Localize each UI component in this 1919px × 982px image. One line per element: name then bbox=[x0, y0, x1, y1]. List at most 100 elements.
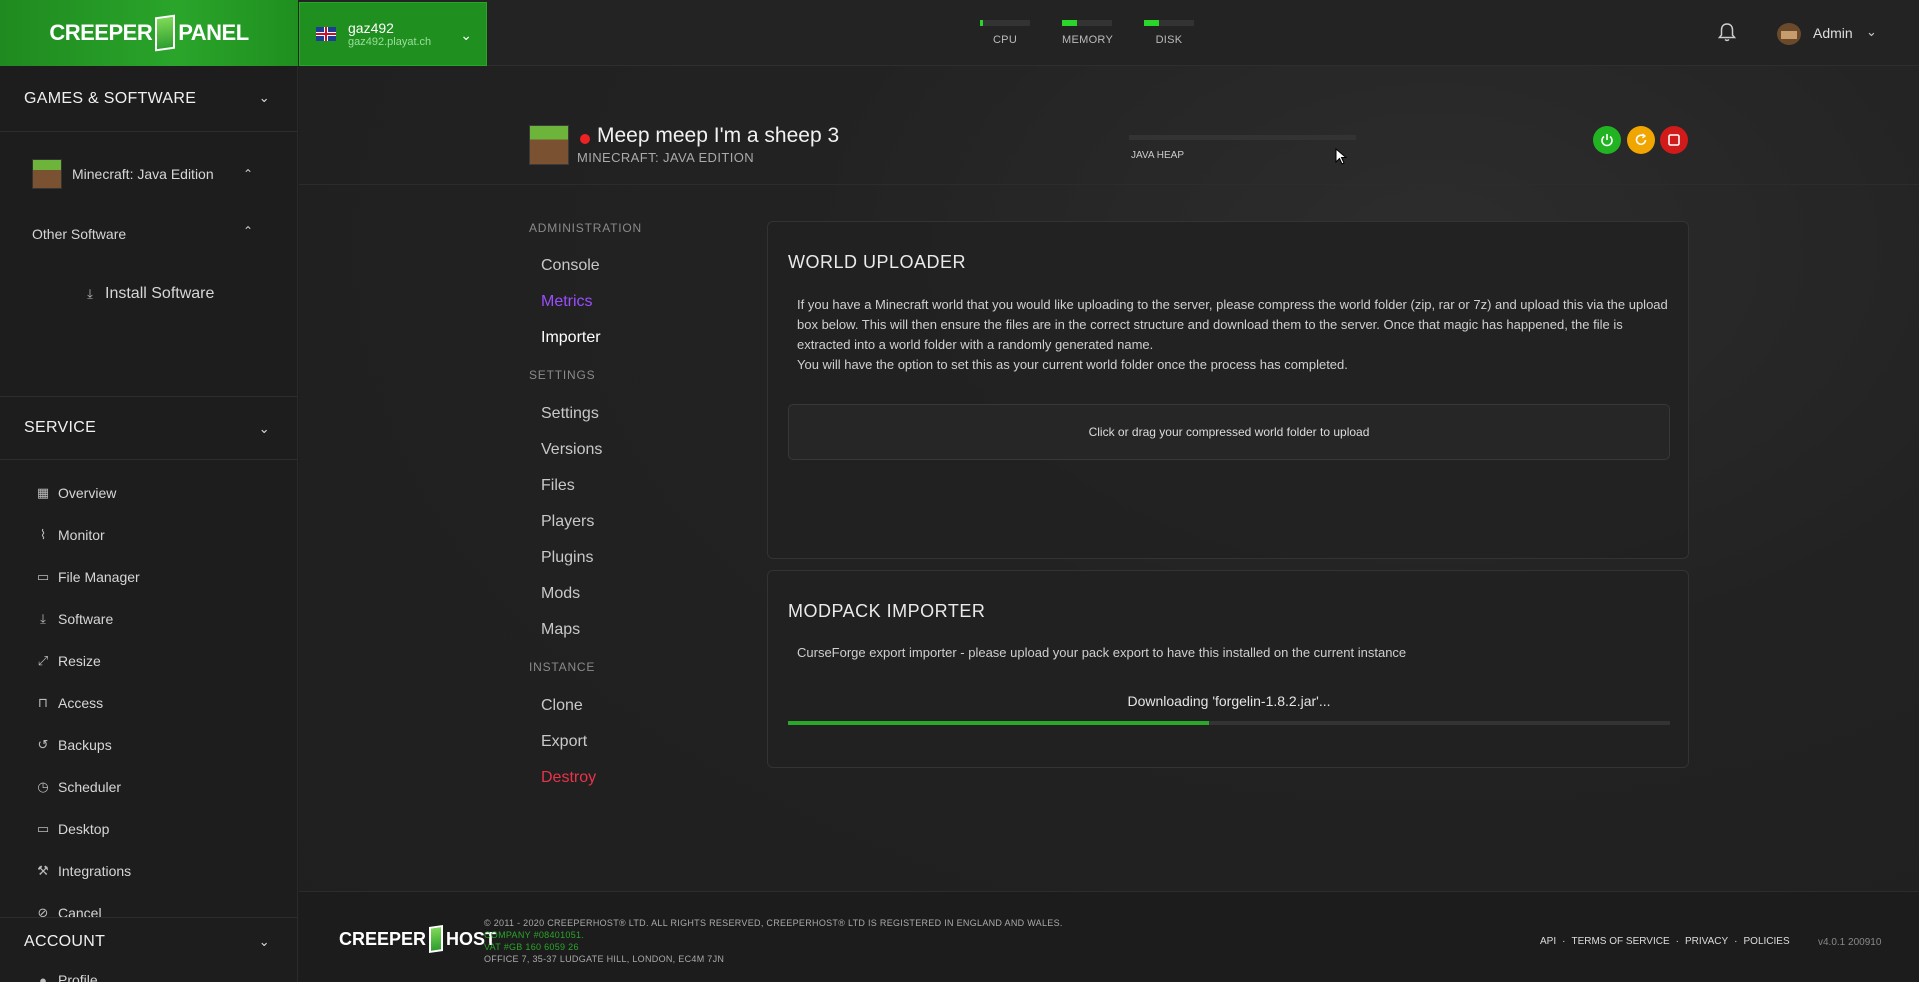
footer-sep: · bbox=[1675, 936, 1679, 947]
sidebar-item-software[interactable]: ⤓ Software bbox=[32, 611, 113, 627]
server-host: gaz492.playat.ch bbox=[348, 35, 432, 48]
sidebar-item-access[interactable]: ⊓ Access bbox=[32, 695, 103, 711]
sidebar-item-file-manager[interactable]: ▭ File Manager bbox=[32, 569, 140, 585]
footer-link-policies[interactable]: POLICIES bbox=[1744, 936, 1790, 947]
world-upload-dropzone[interactable]: Click or drag your compressed world fold… bbox=[788, 404, 1670, 460]
stop-icon bbox=[1668, 134, 1680, 146]
bell-icon[interactable] bbox=[1717, 22, 1738, 44]
logo-text: CREEPER PANEL bbox=[49, 14, 249, 52]
subnav-files[interactable]: Files bbox=[541, 477, 575, 495]
sidebar-item-label: File Manager bbox=[58, 569, 140, 585]
install-software-button[interactable]: ⤓ Install Software bbox=[79, 285, 214, 303]
main-content: Meep meep I'm a sheep 3 MINECRAFT: JAVA … bbox=[299, 66, 1919, 982]
memory-meter: MEMORY bbox=[1062, 20, 1114, 46]
sidebar-item-desktop[interactable]: ▭ Desktop bbox=[32, 821, 110, 837]
user-avatar[interactable] bbox=[1777, 23, 1801, 45]
sidebar-item-label: Overview bbox=[58, 485, 117, 501]
top-bar: CREEPER PANEL gaz492 gaz492.playat.ch ⌄ … bbox=[0, 0, 1919, 66]
stop-button[interactable] bbox=[1660, 126, 1688, 154]
subnav-console[interactable]: Console bbox=[541, 257, 600, 275]
pulse-icon: ⌇ bbox=[39, 527, 47, 542]
sidebar-item-profile[interactable]: ● Profile bbox=[32, 972, 98, 982]
games-software-header[interactable]: GAMES & SOFTWARE ⌄ bbox=[0, 66, 298, 132]
monitor-icon: ▭ bbox=[36, 821, 50, 836]
minecraft-label: Minecraft: Java Edition bbox=[72, 166, 214, 182]
profile-label: Profile bbox=[58, 972, 98, 982]
wrench-icon: ⚒ bbox=[37, 863, 49, 878]
footer-company: COMPANY #08401051. bbox=[484, 930, 585, 940]
subnav-importer[interactable]: Importer bbox=[541, 329, 601, 347]
server-info: gaz492 gaz492.playat.ch bbox=[348, 20, 432, 48]
restart-button[interactable] bbox=[1627, 126, 1655, 154]
sidebar-item-label: Monitor bbox=[58, 527, 105, 543]
world-uploader-note: You will have the option to set this as … bbox=[797, 357, 1348, 372]
subnav-clone[interactable]: Clone bbox=[541, 697, 583, 715]
service-header[interactable]: SERVICE ⌄ bbox=[0, 396, 298, 460]
clock-icon: ◷ bbox=[37, 779, 49, 794]
disk-label: DISK bbox=[1155, 34, 1183, 46]
sidebar-item-monitor[interactable]: ⌇ Monitor bbox=[32, 527, 105, 543]
minecraft-grass-icon bbox=[529, 125, 569, 165]
cpu-meter-fill bbox=[980, 20, 983, 26]
modpack-importer-title: MODPACK IMPORTER bbox=[788, 601, 986, 621]
subnav-mods[interactable]: Mods bbox=[541, 585, 580, 603]
world-uploader-title: WORLD UPLOADER bbox=[788, 252, 967, 272]
restart-icon bbox=[1635, 133, 1647, 146]
server-header: Meep meep I'm a sheep 3 MINECRAFT: JAVA … bbox=[299, 66, 1919, 185]
sidebar-item-other-software[interactable]: Other Software bbox=[32, 226, 126, 242]
subnav-export[interactable]: Export bbox=[541, 733, 587, 751]
sidebar-item-scheduler[interactable]: ◷ Scheduler bbox=[32, 779, 121, 795]
footer-link-privacy[interactable]: PRIVACY bbox=[1685, 936, 1728, 947]
download-icon: ⤓ bbox=[87, 286, 93, 301]
modpack-importer-card: MODPACK IMPORTER CurseForge export impor… bbox=[767, 570, 1689, 768]
games-software-label: GAMES & SOFTWARE bbox=[24, 89, 197, 107]
lock-icon: ⊓ bbox=[37, 695, 49, 710]
world-uploader-card: WORLD UPLOADER If you have a Minecraft w… bbox=[767, 221, 1689, 559]
sidebar-item-backups[interactable]: ↺ Backups bbox=[32, 737, 112, 753]
power-icon bbox=[1601, 134, 1613, 147]
subnav-plugins[interactable]: Plugins bbox=[541, 549, 593, 567]
sidebar-item-label: Software bbox=[58, 611, 114, 627]
java-heap-label: JAVA HEAP bbox=[1131, 150, 1184, 161]
download-progress-fill bbox=[788, 721, 1209, 725]
sidebar-item-integrations[interactable]: ⚒ Integrations bbox=[32, 863, 131, 879]
sidebar-item-label: Desktop bbox=[58, 821, 110, 837]
expand-icon: ⤢ bbox=[37, 653, 49, 668]
grid-icon: ▦ bbox=[36, 485, 50, 500]
sidebar: GAMES & SOFTWARE ⌄ Minecraft: Java Editi… bbox=[0, 66, 298, 982]
subnav-players[interactable]: Players bbox=[541, 513, 594, 531]
footer-logo-left: CREEPER bbox=[339, 928, 427, 949]
subnav-metrics[interactable]: Metrics bbox=[541, 293, 593, 311]
chevron-down-icon[interactable]: ⌄ bbox=[1866, 24, 1877, 40]
footer-sep: · bbox=[1734, 936, 1738, 947]
subnav-versions[interactable]: Versions bbox=[541, 441, 602, 459]
server-title: Meep meep I'm a sheep 3 bbox=[597, 124, 840, 147]
subnav-settings[interactable]: Settings bbox=[541, 405, 599, 423]
sidebar-item-resize[interactable]: ⤢ Resize bbox=[32, 653, 101, 669]
mouse-cursor-icon bbox=[1335, 148, 1347, 165]
subnav-maps[interactable]: Maps bbox=[541, 621, 580, 639]
administration-heading: ADMINISTRATION bbox=[529, 221, 642, 235]
logo-right: PANEL bbox=[178, 20, 249, 45]
subnav-destroy[interactable]: Destroy bbox=[541, 769, 596, 787]
creeperpanel-logo[interactable]: CREEPER PANEL bbox=[0, 0, 298, 66]
user-name[interactable]: Admin bbox=[1813, 25, 1853, 41]
download-icon: ⤓ bbox=[40, 611, 46, 626]
memory-label: MEMORY bbox=[1062, 34, 1114, 46]
footer-sep: · bbox=[1562, 936, 1566, 947]
footer-link-terms[interactable]: TERMS OF SERVICE bbox=[1571, 936, 1669, 947]
sidebar-item-overview[interactable]: ▦ Overview bbox=[32, 485, 117, 501]
footer: CREEPER HOST © 2011 - 2020 CREEPERHOST® … bbox=[299, 891, 1919, 982]
chevron-up-icon[interactable]: ⌃ bbox=[243, 224, 253, 238]
sidebar-item-minecraft[interactable]: Minecraft: Java Edition bbox=[32, 159, 214, 189]
footer-link-api[interactable]: API bbox=[1540, 936, 1556, 947]
server-selector[interactable]: gaz492 gaz492.playat.ch ⌄ bbox=[299, 2, 487, 66]
user-icon: ● bbox=[39, 972, 47, 982]
power-on-button[interactable] bbox=[1593, 126, 1621, 154]
settings-heading: SETTINGS bbox=[529, 368, 596, 382]
world-uploader-description: If you have a Minecraft world that you w… bbox=[797, 297, 1668, 352]
creeper-cube-icon bbox=[429, 925, 444, 953]
sidebar-item-label: Integrations bbox=[58, 863, 132, 879]
chevron-up-icon[interactable]: ⌃ bbox=[243, 167, 253, 181]
creeperhost-logo[interactable]: CREEPER HOST bbox=[339, 925, 496, 953]
